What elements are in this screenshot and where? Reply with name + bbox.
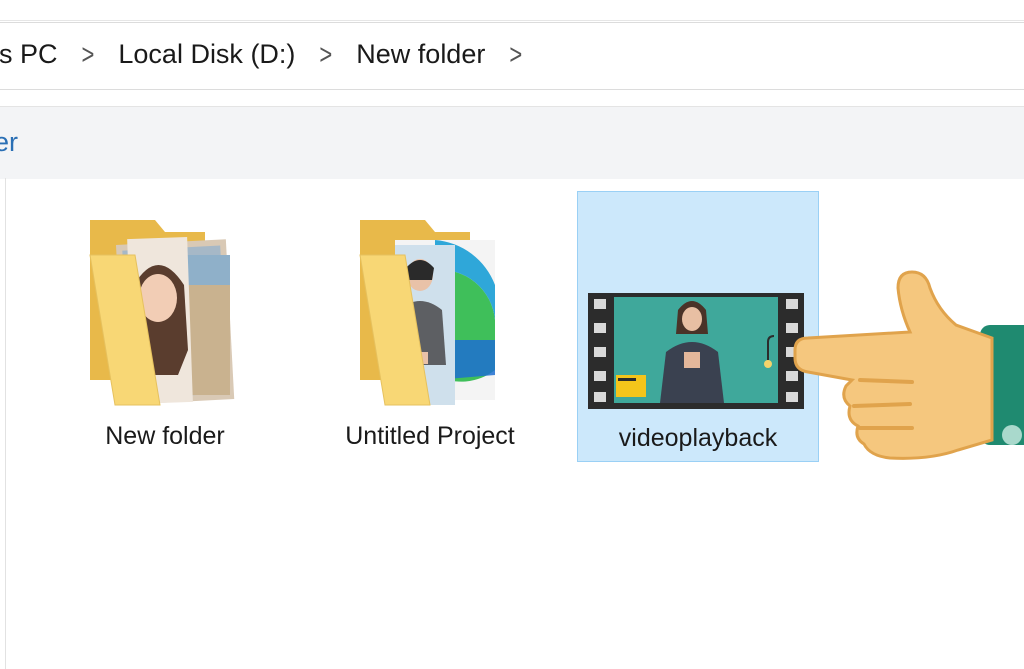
folder-icon (89, 220, 235, 406)
chevron-right-icon[interactable]: > (82, 38, 95, 72)
file-name-label: New folder (105, 422, 225, 450)
folder-icon (359, 220, 495, 406)
file-item-untitled-project[interactable]: Untitled Project (320, 200, 540, 460)
file-item-new-folder[interactable]: New folder (60, 200, 270, 460)
breadcrumb-this-pc[interactable]: his PC (0, 39, 58, 70)
file-name-label: Untitled Project (345, 422, 515, 450)
breadcrumb-new-folder[interactable]: New folder (356, 39, 485, 70)
toolbar-label[interactable]: er (0, 127, 18, 158)
window-top-edge (0, 0, 1024, 21)
chevron-right-icon[interactable]: > (509, 38, 522, 72)
navigation-pane-edge (0, 178, 6, 669)
breadcrumb: his PC > Local Disk (D:) > New folder > (0, 38, 546, 72)
chevron-right-icon[interactable]: > (319, 38, 332, 72)
toolbar: er (0, 106, 1024, 179)
pointing-hand-icon (793, 270, 1024, 460)
breadcrumb-local-disk[interactable]: Local Disk (D:) (118, 39, 295, 70)
address-bar[interactable]: his PC > Local Disk (D:) > New folder > (0, 22, 1024, 90)
